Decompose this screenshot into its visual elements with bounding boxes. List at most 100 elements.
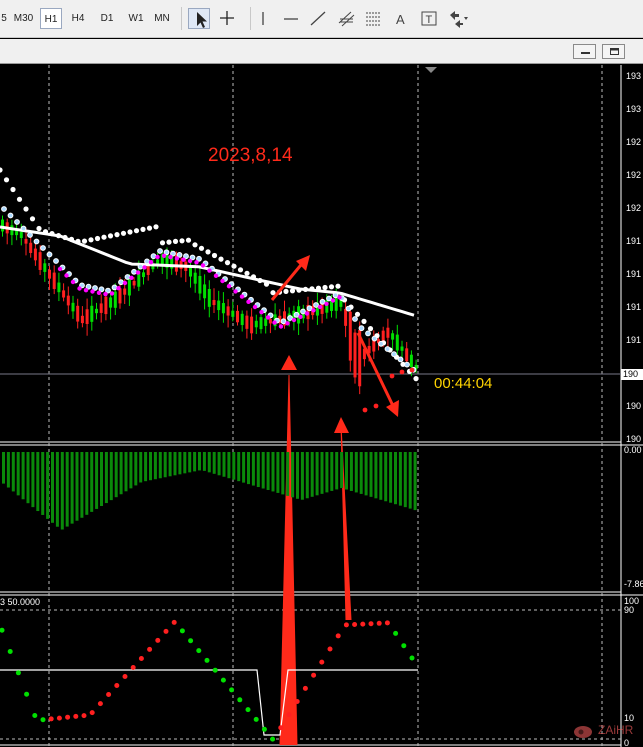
lower-band-dot (280, 318, 287, 325)
vertical-line-tool-button[interactable] (252, 8, 274, 29)
price-axis-label: 191 (626, 302, 642, 312)
upper-band-dot (302, 286, 309, 292)
chart-area[interactable]: 2023,8,14 00:44:04 190 0.00 -7.86 3 50.0… (0, 65, 643, 747)
histogram-bar (237, 452, 241, 482)
oscillator-dot (286, 712, 292, 718)
histogram-bar (114, 452, 118, 498)
oscillator-step-line (0, 669, 418, 736)
oscillator-dot (122, 674, 128, 679)
histogram-bar (70, 452, 74, 524)
minimize-icon (581, 52, 590, 54)
histogram-bar (60, 452, 64, 530)
histogram-bar (163, 452, 167, 478)
timeframe-h1[interactable]: H1 (40, 8, 62, 29)
histogram-bar (95, 452, 99, 509)
candle-body (146, 265, 150, 275)
equidistant-channel-tool-button[interactable] (335, 8, 357, 29)
oscillator-dot (40, 717, 46, 723)
signal-dot (265, 315, 271, 320)
candle-body (189, 266, 192, 277)
histogram-bar (222, 452, 226, 477)
arrows-dropdown-tool-button[interactable] (446, 8, 476, 29)
restore-button[interactable] (602, 44, 625, 59)
signal-dot (207, 268, 212, 273)
signal-dot (317, 304, 323, 310)
watermark-text: ZAiHR (598, 723, 634, 737)
upper-band-dot (146, 225, 153, 231)
timeframe-d1[interactable]: D1 (95, 8, 119, 29)
candle-body (207, 288, 211, 307)
candle-body (29, 242, 33, 253)
histogram-bar (271, 452, 275, 492)
price-axis-label: 193 (626, 104, 642, 114)
signal-dot (96, 290, 102, 295)
oscillator-dot (220, 677, 226, 683)
histogram-bar (158, 452, 162, 479)
scroll-marker-icon (425, 67, 437, 73)
candle-body (353, 332, 357, 378)
histogram-bar (389, 452, 393, 503)
signal-dot (122, 280, 128, 286)
upper-band-dot (10, 186, 16, 193)
candle-body (259, 317, 263, 330)
upper-band-dot (354, 311, 361, 317)
oscillator-dot (302, 685, 308, 691)
crosshair-tool-button[interactable] (216, 8, 238, 29)
sell-signal-dot (399, 369, 405, 375)
timeframe-mn[interactable]: MN (152, 8, 172, 29)
histogram-bar (300, 452, 304, 500)
signal-dot (109, 291, 115, 296)
oscillator-dot (114, 683, 120, 688)
upper-band-dot (211, 252, 218, 259)
moving-average-line (0, 225, 415, 317)
histogram-bar (242, 452, 246, 483)
signal-dot (57, 266, 63, 272)
horizontal-line-tool-button[interactable] (280, 8, 302, 29)
fibonacci-tool-button[interactable] (362, 8, 384, 29)
text-label-tool-button[interactable]: T (418, 8, 440, 29)
upper-band-dot (263, 281, 270, 287)
cursor-tool-button[interactable] (188, 8, 210, 29)
upper-band-dot (3, 177, 10, 183)
oscillator-dot (393, 630, 399, 636)
histogram-bar (100, 452, 103, 506)
upper-band-dot (335, 283, 341, 289)
histogram-bar (261, 452, 265, 489)
oscillator-dot (106, 692, 112, 697)
chart-canvas[interactable] (0, 65, 643, 747)
signal-dot (291, 317, 297, 323)
histogram-bar (266, 452, 270, 490)
upper-band-dot (205, 249, 211, 255)
upper-band-dot (68, 236, 75, 242)
text-tool-button[interactable]: A (390, 8, 412, 29)
histogram-bar (320, 452, 324, 494)
histogram-bar (104, 452, 108, 504)
annotation-arrow (279, 374, 298, 746)
signal-dot (148, 260, 154, 265)
candle-body (198, 275, 202, 294)
trendline-tool-button[interactable] (307, 8, 329, 29)
oscillator-axis-label: 10 (624, 713, 635, 723)
signal-dot (259, 310, 264, 315)
timeframe-h4[interactable]: H4 (66, 8, 90, 29)
toolbar-separator (250, 7, 251, 30)
upper-band-dot (140, 226, 146, 232)
timeframe-5[interactable]: 5 (0, 8, 10, 29)
candle-body (76, 305, 80, 322)
candle-body (95, 308, 98, 314)
lower-band-dot (326, 295, 332, 302)
oscillator-dot (204, 657, 210, 663)
oscillator-title: 3 50.0000 (0, 597, 41, 607)
minimize-button[interactable] (573, 44, 596, 59)
oscillator-dot (73, 713, 79, 719)
histogram-bar (340, 452, 344, 489)
oscillator-dot (0, 627, 5, 633)
signal-dot (83, 288, 89, 293)
histogram-bar (65, 452, 69, 527)
candle-body (221, 303, 225, 314)
candle-body (48, 269, 51, 279)
oscillator-dot (343, 622, 349, 628)
timeframe-m30[interactable]: M30 (11, 8, 36, 29)
timeframe-w1[interactable]: W1 (124, 8, 148, 29)
histogram-bar (26, 452, 30, 504)
